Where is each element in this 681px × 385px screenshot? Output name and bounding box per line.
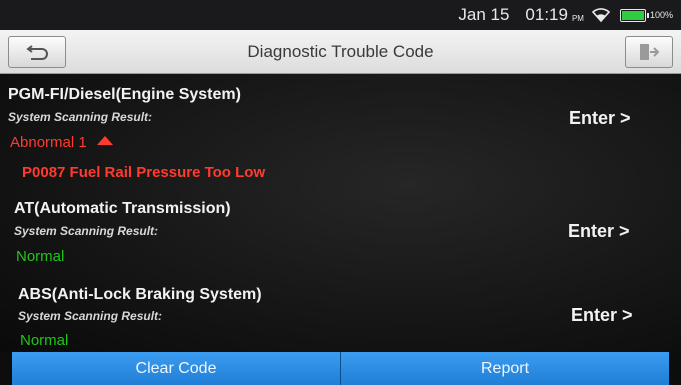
action-bar: Clear Code Report [0, 352, 681, 385]
enter-button-engine[interactable]: Enter > [569, 108, 631, 129]
expand-up-icon[interactable] [96, 136, 113, 145]
status-bar: Jan 15 01:19 PM 100% [0, 0, 681, 30]
scan-result-value: Normal [20, 332, 69, 349]
page-title: Diagnostic Trouble Code [247, 41, 434, 61]
scan-result-label: System Scanning Result: [18, 309, 163, 323]
scan-result-label: System Scanning Result: [8, 110, 153, 124]
enter-button-abs[interactable]: Enter > [571, 305, 633, 326]
back-arrow-icon [26, 45, 48, 60]
title-bar: Diagnostic Trouble Code [0, 30, 681, 74]
exit-button[interactable] [625, 36, 673, 68]
status-time: 01:19 [525, 5, 568, 24]
system-list: PGM-FI/Diesel(Engine System) System Scan… [0, 74, 681, 352]
status-date: Jan 15 [458, 5, 510, 24]
enter-button-transmission[interactable]: Enter > [568, 221, 630, 242]
exit-icon [640, 44, 660, 60]
system-name: PGM-FI/Diesel(Engine System) [8, 86, 241, 103]
dtc-code: P0087 Fuel Rail Pressure Too Low [22, 164, 266, 181]
system-name: ABS(Anti-Lock Braking System) [18, 286, 262, 303]
report-button[interactable]: Report [341, 352, 669, 385]
scan-result-value: Normal [16, 248, 65, 265]
battery-percent: 100% [649, 10, 673, 20]
scan-result-label: System Scanning Result: [14, 224, 159, 238]
clear-code-button[interactable]: Clear Code [12, 352, 341, 385]
system-name: AT(Automatic Transmission) [14, 200, 231, 217]
battery-icon [619, 8, 649, 22]
battery-level [621, 10, 644, 20]
status-ampm: PM [571, 13, 584, 23]
back-button[interactable] [8, 36, 66, 68]
result-text: Abnormal 1 [10, 134, 87, 151]
wifi-icon [591, 8, 610, 23]
scan-result-value: Abnormal 1 [10, 134, 113, 151]
